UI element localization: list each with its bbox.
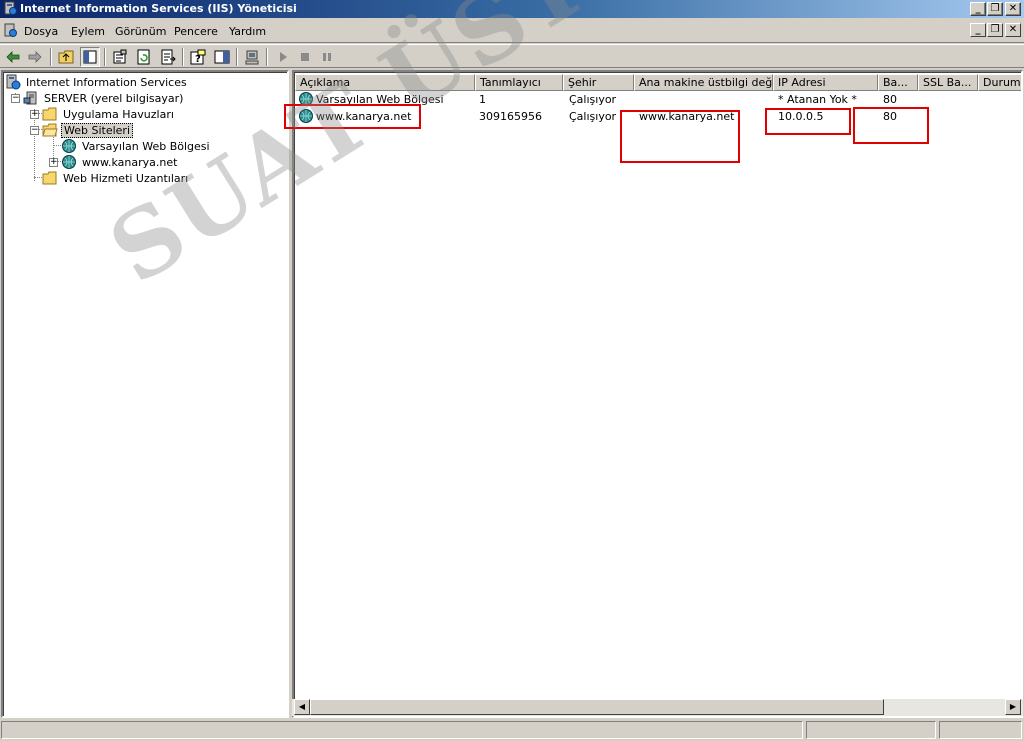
show-hide-tree-icon[interactable] bbox=[80, 47, 100, 67]
restore-button[interactable]: ❐ bbox=[987, 2, 1003, 16]
stop-icon[interactable] bbox=[295, 47, 315, 67]
tree-item-kanarya-site[interactable]: www.kanarya.net bbox=[61, 154, 179, 170]
column-header-identifier[interactable]: Tanımlayıcı bbox=[475, 74, 563, 91]
title-bar: Internet Information Services (IIS) Yöne… bbox=[0, 0, 1024, 18]
window-title: Internet Information Services (IIS) Yöne… bbox=[20, 2, 297, 15]
toolbar-separator bbox=[266, 48, 268, 66]
status-panel bbox=[806, 721, 936, 739]
menu-eylem[interactable]: Eylem bbox=[71, 25, 105, 38]
list-pane[interactable]: Açıklama Tanımlayıcı Şehir Ana makine üs… bbox=[292, 70, 1023, 718]
mmc-document-icon[interactable] bbox=[3, 23, 18, 38]
website-globe-icon bbox=[62, 139, 76, 153]
tree-connector bbox=[34, 109, 35, 181]
scroll-thumb[interactable] bbox=[310, 699, 884, 715]
tree-item-web-sites[interactable]: Web Siteleri bbox=[42, 122, 133, 138]
child-close-button[interactable]: ✕ bbox=[1005, 23, 1021, 37]
column-header-port[interactable]: Ba... bbox=[878, 74, 918, 91]
open-folder-icon bbox=[42, 123, 58, 137]
row-host-header: www.kanarya.net bbox=[639, 110, 735, 123]
column-header-description[interactable]: Açıklama bbox=[295, 74, 475, 91]
tree-item-server[interactable]: SERVER (yerel bilgisayar) bbox=[23, 90, 185, 106]
status-bar bbox=[0, 719, 1024, 741]
scroll-left-button[interactable]: ◀ bbox=[294, 699, 310, 715]
row-port: 80 bbox=[883, 93, 897, 106]
toolbar-separator bbox=[236, 48, 238, 66]
toolbar: ? bbox=[0, 44, 1024, 68]
row-description[interactable]: www.kanarya.net bbox=[316, 109, 411, 125]
collapse-toggle[interactable]: − bbox=[30, 126, 39, 135]
folder-icon bbox=[42, 107, 57, 121]
website-globe-icon bbox=[62, 155, 76, 169]
tree-item-extensions[interactable]: Web Hizmeti Uzantıları bbox=[42, 170, 190, 186]
menu-pencere[interactable]: Pencere bbox=[174, 25, 218, 38]
properties-icon[interactable] bbox=[110, 47, 130, 67]
column-header-ssl-port[interactable]: SSL Ba... bbox=[918, 74, 978, 91]
folder-icon bbox=[42, 171, 57, 185]
row-ip: 10.0.0.5 bbox=[778, 110, 824, 123]
new-computer-icon[interactable] bbox=[242, 47, 262, 67]
row-state: Çalışıyor bbox=[569, 110, 617, 123]
status-panel-main bbox=[1, 721, 803, 739]
row-port: 80 bbox=[883, 110, 897, 123]
menu-gorunum[interactable]: Görünüm bbox=[115, 25, 166, 38]
column-header-status[interactable]: Durum bbox=[978, 74, 1021, 91]
tree-label: Internet Information Services bbox=[26, 75, 187, 89]
close-button[interactable]: ✕ bbox=[1005, 2, 1021, 16]
export-list-icon[interactable] bbox=[158, 47, 178, 67]
tree-label: Web Hizmeti Uzantıları bbox=[63, 171, 189, 185]
tree-item-iis-root[interactable]: Internet Information Services bbox=[5, 74, 189, 90]
tree-pane[interactable]: Internet Information Services − SERVER (… bbox=[1, 70, 289, 718]
child-restore-button[interactable]: ❐ bbox=[987, 23, 1003, 37]
toolbar-separator bbox=[50, 48, 52, 66]
horizontal-scrollbar[interactable]: ◀ ▶ bbox=[292, 699, 1023, 716]
help-icon[interactable]: ? bbox=[188, 47, 208, 67]
row-identifier: 309165956 bbox=[479, 110, 542, 123]
start-icon[interactable] bbox=[273, 47, 293, 67]
expand-toggle[interactable]: + bbox=[49, 158, 58, 167]
iis-app-icon bbox=[4, 1, 17, 15]
collapse-toggle[interactable]: − bbox=[11, 94, 20, 103]
toolbar-separator bbox=[182, 48, 184, 66]
tree-item-app-pools[interactable]: Uygulama Havuzları bbox=[42, 106, 176, 122]
menu-dosya[interactable]: Dosya bbox=[24, 25, 58, 38]
tree-label: www.kanarya.net bbox=[82, 155, 178, 169]
row-ip: * Atanan Yok * bbox=[778, 93, 857, 106]
tree-label: Uygulama Havuzları bbox=[63, 107, 174, 121]
menu-bar: Dosya Eylem Görünüm Pencere Yardım _ ❐ ✕ bbox=[0, 19, 1024, 43]
up-one-level-icon[interactable] bbox=[56, 47, 76, 67]
pause-icon[interactable] bbox=[317, 47, 337, 67]
back-arrow-icon[interactable] bbox=[3, 47, 23, 67]
website-globe-icon bbox=[299, 92, 313, 106]
row-identifier: 1 bbox=[479, 93, 486, 106]
refresh-icon[interactable] bbox=[134, 47, 154, 67]
expand-toggle[interactable]: + bbox=[30, 110, 39, 119]
minimize-button[interactable]: _ bbox=[970, 2, 986, 16]
svg-text:?: ? bbox=[195, 54, 201, 65]
tree-label: SERVER (yerel bilgisayar) bbox=[44, 91, 184, 105]
column-header-host-header[interactable]: Ana makine üstbilgi değeri bbox=[634, 74, 773, 91]
column-header-ip-address[interactable]: IP Adresi bbox=[773, 74, 878, 91]
row-state: Çalışıyor bbox=[569, 93, 617, 106]
child-minimize-button[interactable]: _ bbox=[970, 23, 986, 37]
tree-label: Varsayılan Web Bölgesi bbox=[82, 139, 210, 153]
iis-root-icon bbox=[6, 74, 21, 90]
server-icon bbox=[23, 91, 37, 105]
toolbar-separator bbox=[104, 48, 106, 66]
column-header-state[interactable]: Şehir bbox=[563, 74, 634, 91]
tree-label-selected: Web Siteleri bbox=[61, 122, 133, 138]
menu-yardim[interactable]: Yardım bbox=[229, 25, 266, 38]
row-description[interactable]: Varsayılan Web Bölgesi bbox=[316, 92, 444, 108]
status-panel bbox=[939, 721, 1022, 739]
action-pane-icon[interactable] bbox=[212, 47, 232, 67]
scroll-right-button[interactable]: ▶ bbox=[1005, 699, 1021, 715]
forward-arrow-icon[interactable] bbox=[25, 47, 45, 67]
website-globe-icon bbox=[299, 109, 313, 123]
tree-item-default-site[interactable]: Varsayılan Web Bölgesi bbox=[61, 138, 212, 154]
